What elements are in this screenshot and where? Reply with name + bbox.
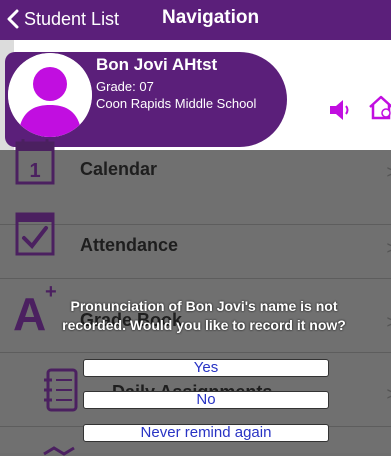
never-remind-button[interactable]: Never remind again <box>83 424 329 442</box>
menu-item-label: Calendar <box>80 159 158 179</box>
chevron-right-icon: > <box>386 312 391 333</box>
chevron-right-icon: > <box>386 238 391 259</box>
student-school: Coon Rapids Middle School <box>96 96 257 111</box>
yes-button[interactable]: Yes <box>83 359 329 377</box>
avatar[interactable] <box>8 53 92 137</box>
svg-text:A: A <box>13 288 46 336</box>
chevron-right-icon: > <box>386 384 391 405</box>
house-icon[interactable] <box>368 94 391 122</box>
person-icon <box>8 53 92 137</box>
student-name: Bon Jovi AHtst <box>96 55 218 74</box>
attendance-icon <box>15 212 55 256</box>
student-grade: Grade: 07 <box>96 79 154 94</box>
dialog-message: Pronunciation of Bon Jovi's name is not … <box>62 298 346 333</box>
chevron-right-icon: > <box>386 162 391 183</box>
assignments-icon <box>44 368 78 412</box>
menu-item-label: Attendance <box>80 235 179 255</box>
svg-text:1: 1 <box>29 160 40 182</box>
calendar-icon: 1 <box>15 139 55 185</box>
next-menu-icon <box>43 446 75 456</box>
no-button[interactable]: No <box>83 391 329 409</box>
speaker-icon[interactable] <box>328 98 352 122</box>
menu-item-attendance[interactable]: Attendance > <box>0 204 391 279</box>
back-button[interactable]: Student List <box>6 6 119 32</box>
chevron-left-icon <box>7 9 19 29</box>
page-title: Navigation <box>162 7 260 28</box>
back-button-label: Student List <box>24 8 120 29</box>
navigation-bar: Student List Navigation <box>0 0 391 40</box>
